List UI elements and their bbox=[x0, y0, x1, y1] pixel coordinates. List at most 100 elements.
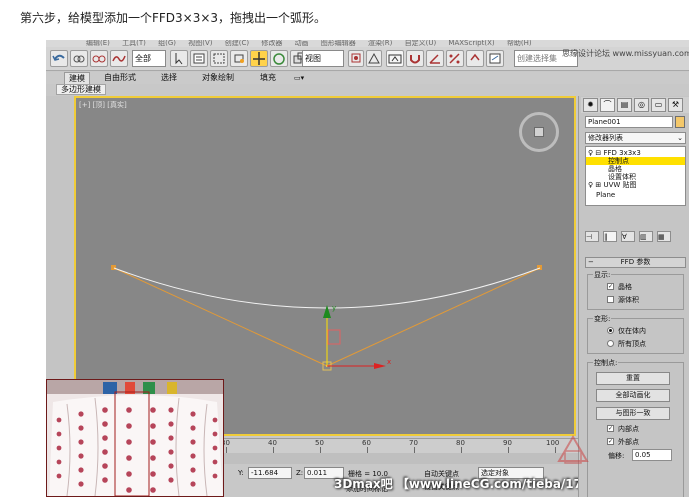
menu-rendering[interactable]: 渲染(R) bbox=[368, 40, 392, 47]
only-in-volume-radio[interactable] bbox=[607, 327, 614, 334]
menu-create[interactable]: 创建(C) bbox=[225, 40, 249, 47]
menu-customize[interactable]: 自定义(U) bbox=[405, 40, 437, 47]
bind-spacewarp-button[interactable] bbox=[110, 50, 128, 67]
rotate-icon bbox=[273, 53, 285, 65]
menu-views[interactable]: 视图(V) bbox=[188, 40, 212, 47]
inside-points-checkbox[interactable]: ✓ bbox=[607, 425, 614, 432]
percent-snap-button[interactable] bbox=[446, 50, 464, 67]
all-vertices-radio[interactable] bbox=[607, 340, 614, 347]
offset-spinner[interactable]: 0.05 bbox=[632, 449, 672, 461]
y-coordinate-field[interactable]: -11.684 bbox=[248, 467, 292, 479]
stack-item-ffd[interactable]: ♀ ⊟ FFD 3x3x3 bbox=[586, 149, 685, 157]
viewcube-face[interactable] bbox=[534, 127, 544, 137]
main-toolbar: 全部 视图 创建选择集 思缘设计论坛 www.missyuan.com bbox=[46, 47, 689, 71]
modifier-stack[interactable]: ♀ ⊟ FFD 3x3x3 控制点 晶格 设置体积 ♀ ⊞ UVW 贴图 Pla… bbox=[585, 146, 686, 206]
menu-modifiers[interactable]: 修改器 bbox=[261, 40, 282, 47]
edit-named-sets-button[interactable] bbox=[486, 50, 504, 67]
ribbon-tab-modeling[interactable]: 建模 bbox=[64, 72, 90, 84]
animate-all-button[interactable]: 全部动画化 bbox=[596, 389, 670, 402]
tab-create[interactable]: ✹ bbox=[583, 98, 598, 112]
configure-icon: ▦ bbox=[658, 233, 665, 241]
snap-toggle-button[interactable] bbox=[406, 50, 424, 67]
select-by-name-button[interactable] bbox=[190, 50, 208, 67]
pivot-icon bbox=[351, 53, 361, 63]
window-crossing-button[interactable] bbox=[230, 50, 248, 67]
ribbon-tab-object-paint[interactable]: 对象绘制 bbox=[202, 72, 234, 84]
conform-to-shape-button[interactable]: 与图形一致 bbox=[596, 407, 670, 420]
unlink-button[interactable] bbox=[90, 50, 108, 67]
inside-points-label: 内部点 bbox=[618, 425, 639, 433]
make-unique-button[interactable]: ∀ bbox=[621, 231, 635, 242]
menu-group[interactable]: 组(G) bbox=[158, 40, 176, 47]
ribbon-tabs: 建模 自由形式 选择 对象绘制 填充 ▭▾ bbox=[46, 72, 689, 84]
outside-points-checkbox[interactable]: ✓ bbox=[607, 438, 614, 445]
source-volume-checkbox[interactable] bbox=[607, 296, 614, 303]
select-rotate-button[interactable] bbox=[270, 50, 288, 67]
lattice-checkbox[interactable]: ✓ bbox=[607, 283, 614, 290]
end-result-icon: ‖ bbox=[604, 233, 608, 241]
gizmo-x-arrow[interactable] bbox=[374, 363, 386, 369]
lightbulb-icon: ♀ bbox=[588, 181, 594, 189]
stack-item-set-volume[interactable]: 设置体积 bbox=[586, 173, 685, 181]
menu-help[interactable]: 帮助(H) bbox=[507, 40, 532, 47]
ruler-label: 80 bbox=[456, 439, 465, 447]
command-panel-tabs: ✹ ⌒ ▤ ◎ ▭ ⚒ bbox=[581, 97, 689, 113]
stack-item-lattice[interactable]: 晶格 bbox=[586, 165, 685, 173]
object-color-swatch[interactable] bbox=[675, 116, 685, 128]
spinner-snap-button[interactable] bbox=[466, 50, 484, 67]
gizmo-xy-plane[interactable] bbox=[327, 329, 341, 345]
stack-item-plane-label: Plane bbox=[596, 191, 616, 199]
ruler-label: 90 bbox=[503, 439, 512, 447]
tab-hierarchy[interactable]: ▤ bbox=[617, 98, 632, 112]
control-points-group-label: 控制点: bbox=[593, 358, 619, 368]
menu-bar: 编辑(E) 工具(T) 组(G) 视图(V) 创建(C) 修改器 动画 图形编辑… bbox=[46, 40, 689, 47]
ribbon-options-button[interactable]: ▭▾ bbox=[294, 72, 304, 84]
reset-button[interactable]: 重置 bbox=[596, 372, 670, 385]
select-manipulate-button[interactable] bbox=[366, 50, 382, 67]
tab-utilities[interactable]: ⚒ bbox=[668, 98, 683, 112]
tab-display[interactable]: ▭ bbox=[651, 98, 666, 112]
show-end-result-button[interactable]: ‖ bbox=[603, 231, 617, 242]
viewcube-widget[interactable] bbox=[519, 112, 559, 152]
ribbon-tab-freeform[interactable]: 自由形式 bbox=[104, 72, 136, 84]
ffd-params-rollout-header[interactable]: − FFD 参数 bbox=[585, 257, 686, 268]
control-point-left[interactable] bbox=[111, 265, 116, 270]
menu-tools[interactable]: 工具(T) bbox=[122, 40, 146, 47]
link-button[interactable] bbox=[70, 50, 88, 67]
unique-icon: ∀ bbox=[622, 233, 627, 241]
gizmo-y-arrow[interactable] bbox=[323, 305, 331, 318]
stack-item-plane[interactable]: Plane bbox=[586, 191, 685, 199]
ruler-tick bbox=[508, 447, 509, 453]
gizmo-x-letter: x bbox=[387, 358, 391, 366]
menu-graph-editors[interactable]: 图形编辑器 bbox=[321, 40, 356, 47]
spacewarp-icon bbox=[112, 55, 126, 62]
menu-maxscript[interactable]: MAXScript(X) bbox=[448, 40, 494, 47]
select-object-button[interactable] bbox=[170, 50, 188, 67]
ribbon-tab-selection[interactable]: 选择 bbox=[161, 72, 177, 84]
move-gizmo[interactable]: y x bbox=[323, 304, 391, 369]
ribbon-subtab-polygon-modeling[interactable]: 多边形建模 bbox=[56, 84, 106, 95]
modifier-list-dropdown[interactable]: 修改器列表 ⌄ bbox=[585, 132, 686, 144]
keyboard-shortcut-button[interactable] bbox=[386, 50, 404, 67]
remove-modifier-button[interactable]: ▥ bbox=[639, 231, 653, 242]
selection-filter-dropdown[interactable]: 全部 bbox=[132, 50, 166, 67]
all-vertices-label: 所有顶点 bbox=[618, 340, 646, 348]
stack-item-control-points[interactable]: 控制点 bbox=[586, 157, 685, 165]
angle-snap-button[interactable] bbox=[426, 50, 444, 67]
stack-item-uvw[interactable]: ♀ ⊞ UVW 贴图 bbox=[586, 181, 685, 189]
select-move-button[interactable] bbox=[250, 50, 268, 67]
pivot-center-button[interactable] bbox=[348, 50, 364, 67]
tab-motion[interactable]: ◎ bbox=[634, 98, 649, 112]
pin-stack-button[interactable]: ⊣ bbox=[585, 231, 599, 242]
configure-sets-button[interactable]: ▦ bbox=[657, 231, 671, 242]
menu-edit[interactable]: 编辑(E) bbox=[86, 40, 110, 47]
select-arrow-icon bbox=[175, 53, 183, 65]
tab-modify[interactable]: ⌒ bbox=[600, 98, 615, 112]
undo-button[interactable] bbox=[50, 50, 68, 67]
rect-selection-button[interactable] bbox=[210, 50, 228, 67]
menu-animation[interactable]: 动画 bbox=[295, 40, 309, 47]
object-name-field[interactable]: Plane001 bbox=[585, 116, 673, 128]
ribbon-tab-populate[interactable]: 填充 bbox=[260, 72, 276, 84]
reference-coordinate-dropdown[interactable]: 视图 bbox=[302, 50, 344, 67]
undo-icon bbox=[52, 54, 65, 61]
